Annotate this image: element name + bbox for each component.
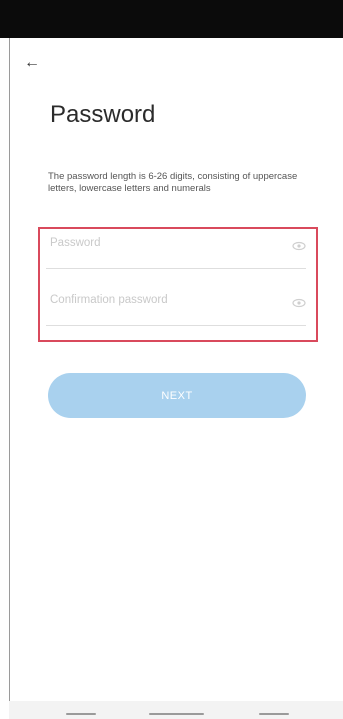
eye-icon[interactable] (292, 297, 306, 309)
next-button[interactable]: NEXT (48, 373, 306, 418)
password-placeholder: Password (50, 237, 101, 249)
confirm-password-placeholder: Confirmation password (50, 294, 168, 306)
password-screen: ← Password The password length is 6-26 d… (9, 38, 343, 701)
page-title: Password (50, 101, 156, 128)
status-bar (0, 0, 343, 38)
home-button[interactable] (149, 713, 204, 715)
eye-icon[interactable] (292, 240, 306, 252)
back-button[interactable]: ← (24, 54, 46, 72)
password-requirements-text: The password length is 6-26 digits, cons… (48, 171, 298, 194)
recent-apps-button[interactable] (66, 713, 96, 715)
password-field[interactable]: Password (46, 228, 306, 269)
arrow-left-icon: ← (24, 54, 40, 71)
system-navigation-bar (9, 701, 343, 719)
system-back-button[interactable] (259, 713, 289, 715)
confirm-password-field[interactable]: Confirmation password (46, 285, 306, 326)
